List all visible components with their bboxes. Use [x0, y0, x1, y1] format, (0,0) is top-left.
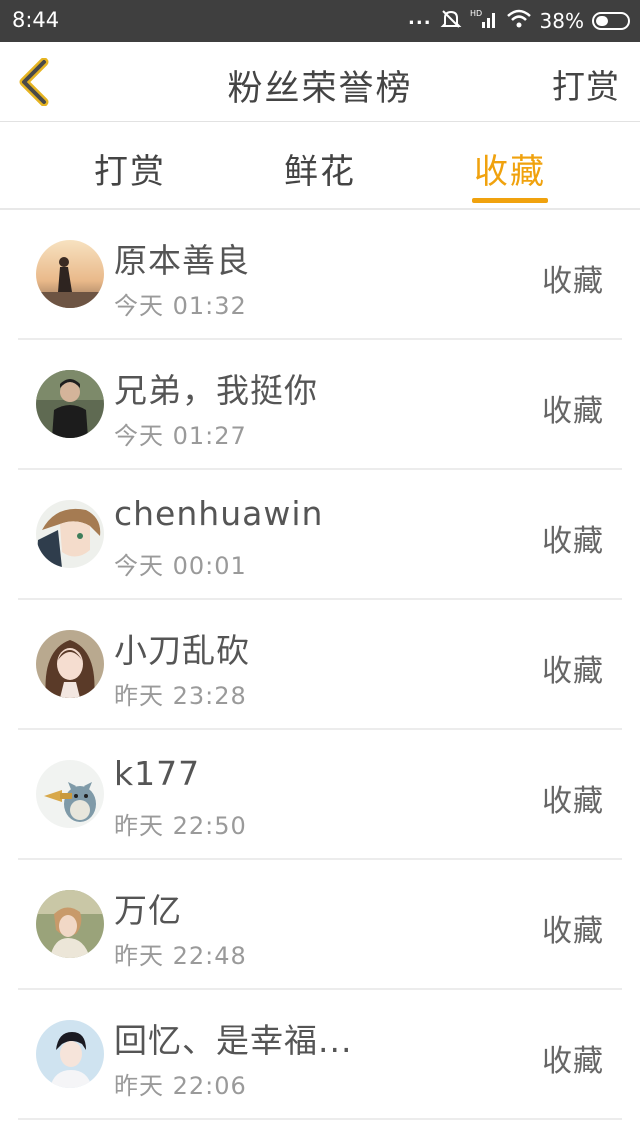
- active-tab-indicator: [472, 198, 548, 203]
- fan-action: 收藏: [542, 524, 604, 559]
- list-item[interactable]: 回忆、是幸福... 昨天 22:06 收藏: [0, 990, 640, 1120]
- fan-action: 收藏: [542, 784, 604, 819]
- list-item[interactable]: 万亿 昨天 22:48 收藏: [0, 860, 640, 990]
- fan-time: 昨天 22:50: [114, 812, 247, 840]
- fan-time: 昨天 22:06: [114, 1072, 247, 1100]
- outdoor-woman-avatar: [36, 890, 104, 958]
- list-item[interactable]: chenhuawin 今天 00:01 收藏: [0, 470, 640, 600]
- fan-name: 万亿: [114, 891, 182, 930]
- header: 粉丝荣誉榜 打赏: [0, 42, 640, 122]
- fan-time: 今天 01:27: [114, 422, 247, 450]
- totoro-avatar: [36, 760, 104, 828]
- tab-bar: 打赏 鲜花 收藏: [0, 122, 640, 210]
- fan-time: 今天 00:01: [114, 552, 247, 580]
- fan-action: 收藏: [542, 394, 604, 429]
- list-item[interactable]: 兄弟，我挺你 今天 01:27 收藏: [0, 340, 640, 470]
- mute-bell-icon: [440, 8, 462, 35]
- reward-button[interactable]: 打赏: [552, 60, 620, 108]
- fan-time: 昨天 22:48: [114, 942, 247, 970]
- battery-icon: [592, 12, 630, 30]
- fan-action: 收藏: [542, 914, 604, 949]
- tab-flowers[interactable]: 鲜花: [284, 144, 356, 193]
- tab-reward[interactable]: 打赏: [94, 144, 166, 193]
- svg-text:HD: HD: [470, 9, 482, 18]
- fan-action: 收藏: [542, 264, 604, 299]
- battery-percent: 38%: [539, 9, 584, 33]
- fan-name: k177: [114, 754, 201, 793]
- list-item[interactable]: k177 昨天 22:50 收藏: [0, 730, 640, 860]
- anime-character-avatar: [36, 500, 104, 568]
- fan-name: 兄弟，我挺你: [114, 371, 318, 410]
- woman-portrait-avatar: [36, 630, 104, 698]
- fan-action: 收藏: [542, 1044, 604, 1079]
- status-bar: 8:44 ... HD 38%: [0, 0, 640, 42]
- list-item[interactable]: 原本善良 今天 01:32 收藏: [0, 210, 640, 340]
- page-title: 粉丝荣誉榜: [227, 69, 413, 109]
- boy-portrait-avatar: [36, 1020, 104, 1088]
- man-portrait-avatar: [36, 370, 104, 438]
- fan-list: 原本善良 今天 01:32 收藏 兄弟，我挺你 今天 01:27 收藏 chen…: [0, 210, 640, 1120]
- tab-favorites[interactable]: 收藏: [474, 144, 546, 193]
- fan-name: 回忆、是幸福...: [114, 1021, 353, 1060]
- fan-action: 收藏: [542, 654, 604, 689]
- sunset-silhouette-avatar: [36, 240, 104, 308]
- fan-name: 小刀乱砍: [114, 631, 250, 670]
- fan-time: 昨天 23:28: [114, 682, 247, 710]
- status-icons: ... HD 38%: [408, 6, 630, 36]
- notification-dots: ...: [408, 7, 432, 29]
- status-time: 8:44: [12, 8, 60, 32]
- fan-name: 原本善良: [114, 241, 250, 280]
- fan-time: 今天 01:32: [114, 292, 247, 320]
- signal-icon: HD: [470, 8, 498, 35]
- wifi-icon: [506, 8, 532, 35]
- fan-name: chenhuawin: [114, 494, 324, 533]
- list-item[interactable]: 小刀乱砍 昨天 23:28 收藏: [0, 600, 640, 730]
